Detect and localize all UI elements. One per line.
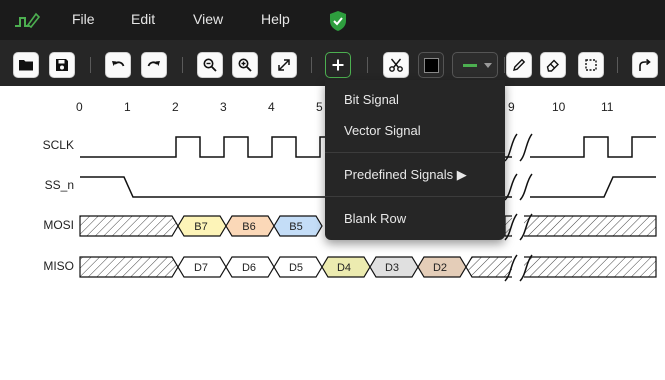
sclk-wave	[530, 136, 656, 158]
mosi-segment-label: B5	[289, 221, 302, 233]
ss-n-wave	[80, 176, 326, 198]
mosi-segment-label: B7	[194, 221, 207, 233]
ss-n-wave	[530, 176, 656, 198]
mosi-dont-care	[79, 215, 179, 237]
menu-item-bit-signal[interactable]: Bit Signal	[344, 92, 399, 107]
miso-dont-care	[465, 256, 657, 278]
menu-divider	[325, 152, 505, 153]
miso-dont-care	[79, 256, 179, 278]
mosi-segment-label: B6	[242, 221, 255, 233]
miso-segment-label: D6	[242, 262, 256, 274]
mosi-dont-care	[504, 215, 657, 237]
menu-item-predefined-signals[interactable]: Predefined Signals ▶	[344, 167, 467, 183]
add-signal-menu: Bit Signal Vector Signal Predefined Sign…	[325, 80, 505, 240]
menu-item-vector-signal[interactable]: Vector Signal	[344, 123, 421, 138]
miso-segment-label: D2	[433, 262, 447, 274]
menu-item-blank-row[interactable]: Blank Row	[344, 211, 406, 226]
miso-segment-label: D3	[385, 262, 399, 274]
miso-segment-label: D5	[289, 262, 303, 274]
miso-segment-label: D4	[337, 262, 351, 274]
sclk-wave	[80, 136, 326, 158]
miso-segment-label: D7	[194, 262, 208, 274]
menu-divider	[325, 196, 505, 197]
